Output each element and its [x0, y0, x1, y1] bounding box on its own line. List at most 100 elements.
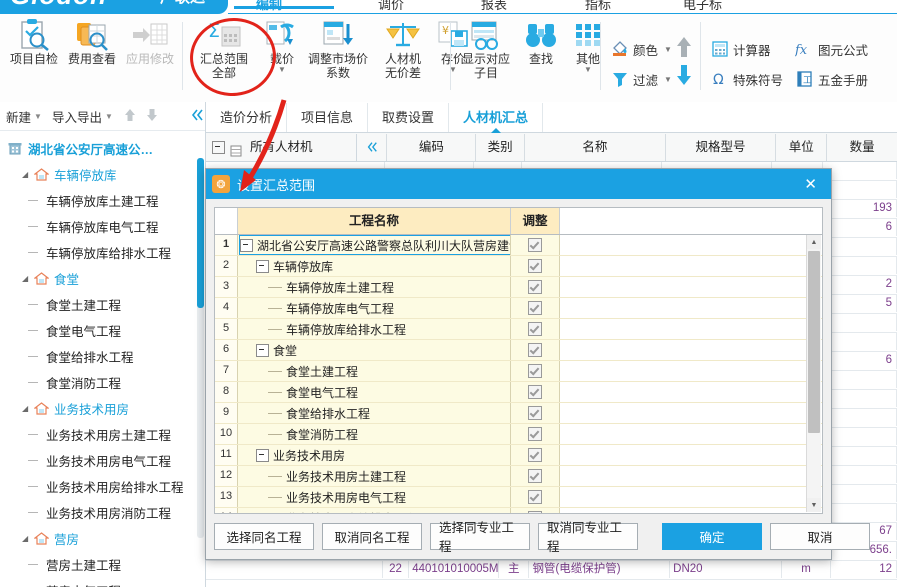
all-materials-node[interactable]: 所有人材机	[206, 134, 356, 161]
column-header-spec[interactable]: 规格型号	[666, 133, 777, 161]
tree-leaf-node[interactable]: 车辆停放库给排水工程	[0, 239, 205, 265]
cell-adjust[interactable]	[511, 508, 560, 513]
expander-collapse-icon[interactable]	[240, 238, 253, 252]
tree-leaf-node[interactable]: 业务技术用房给排水工程	[0, 473, 205, 499]
ribbon-button-color[interactable]: 颜色 ▼	[610, 36, 672, 62]
tree-group-barracks[interactable]: ◢ 营房	[0, 525, 205, 551]
ribbon-button-show-subitems[interactable]: 显示对应 子目	[458, 18, 514, 80]
ribbon-button-material-no-price-diff[interactable]: 人材机 无价差	[375, 18, 431, 80]
ribbon-button-hardware-handbook[interactable]: 工 五金手册	[795, 66, 868, 92]
tree-leaf-node[interactable]: 食堂给排水工程	[0, 343, 205, 369]
tree-leaf-node[interactable]: 业务技术用房土建工程	[0, 421, 205, 447]
cell-adjust[interactable]	[511, 445, 560, 465]
column-header-adjust[interactable]: 调整	[511, 208, 560, 234]
cell-project-name[interactable]: 湖北省公安厅高速公路警察总队利川大队营房建设项目	[238, 235, 511, 255]
close-icon[interactable]: ✕	[796, 175, 825, 193]
tab-project-info[interactable]: 项目信息	[287, 103, 369, 132]
adjust-checkbox[interactable]	[528, 448, 542, 462]
tab-cost-analysis[interactable]: 造价分析	[206, 103, 288, 132]
adjust-checkbox[interactable]	[528, 469, 542, 483]
table-row[interactable]: 13 业务技术用房电气工程	[215, 487, 822, 508]
table-row[interactable]: 1 湖北省公安厅高速公路警察总队利川大队营房建设项目	[215, 235, 822, 256]
tab-material-summary[interactable]: 人材机汇总	[449, 103, 544, 133]
cell-adjust[interactable]	[511, 382, 560, 402]
ok-button[interactable]: 确定	[662, 522, 762, 550]
expander-collapse-icon[interactable]	[256, 448, 269, 462]
table-row[interactable]: 5 车辆停放库给排水工程	[215, 319, 822, 340]
triangle-expanded-icon[interactable]: ◢	[22, 170, 32, 179]
chevron-down-icon[interactable]: ▼	[105, 112, 113, 121]
tree-leaf-node[interactable]: 食堂土建工程	[0, 291, 205, 317]
adjust-checkbox[interactable]	[528, 343, 542, 357]
cell-project-name[interactable]: 车辆停放库	[238, 256, 511, 276]
tree-scrollbar-thumb[interactable]	[197, 158, 204, 308]
tree-leaf-node[interactable]: 车辆停放库电气工程	[0, 213, 205, 239]
cell-project-name[interactable]: 业务技术用房给排水工程	[238, 508, 511, 513]
adjust-checkbox[interactable]	[528, 364, 542, 378]
ribbon-button-cost-view[interactable]: 费用查看	[64, 18, 120, 66]
column-header-project-name[interactable]: 工程名称	[238, 208, 511, 234]
ribbon-tab-zhibiao[interactable]: 指标	[585, 0, 611, 13]
select-same-major-button[interactable]: 选择同专业工程	[430, 521, 530, 554]
cell-project-name[interactable]: 车辆停放库电气工程	[238, 298, 511, 318]
cell-adjust[interactable]	[511, 256, 560, 276]
chevron-down-icon[interactable]: ▼	[254, 66, 310, 74]
tab-fee-setting[interactable]: 取费设置	[368, 103, 450, 132]
ribbon-button-project-selfcheck[interactable]: 项目自检	[6, 18, 62, 66]
table-row[interactable]: 2 车辆停放库	[215, 256, 822, 277]
ribbon-button-other[interactable]: 其他 ▼	[560, 18, 616, 74]
adjust-checkbox[interactable]	[528, 301, 542, 315]
adjust-checkbox[interactable]	[528, 511, 542, 513]
chevron-down-icon[interactable]: ▼	[560, 66, 616, 74]
tree-leaf-node[interactable]: 营房土建工程	[0, 551, 205, 577]
tree-leaf-node[interactable]: 车辆停放库土建工程	[0, 187, 205, 213]
new-project-button[interactable]: 新建 ▼	[6, 107, 42, 126]
tree-root-node[interactable]: 湖北省公安厅高速公…	[0, 135, 205, 161]
cell-project-name[interactable]: 业务技术用房	[238, 445, 511, 465]
cell-project-name[interactable]: 食堂给排水工程	[238, 403, 511, 423]
ribbon-button-adjust-market-price[interactable]: 调整市场价 系数	[305, 18, 371, 80]
ribbon-button-special-symbol[interactable]: Ω 特殊符号	[710, 66, 783, 92]
scroll-up-icon[interactable]: ▲	[807, 235, 821, 249]
table-row[interactable]: 11 业务技术用房	[215, 445, 822, 466]
adjust-checkbox[interactable]	[528, 259, 542, 273]
cell-adjust[interactable]	[511, 466, 560, 486]
column-header-unit[interactable]: 单位	[776, 133, 828, 161]
cancel-button[interactable]: 取消	[770, 522, 870, 550]
adjust-checkbox[interactable]	[528, 280, 542, 294]
tree-move-down-button[interactable]	[143, 108, 161, 125]
expander-icon[interactable]	[212, 140, 225, 154]
table-row[interactable]: 3 车辆停放库土建工程	[215, 277, 822, 298]
column-header-category[interactable]: 类别	[476, 133, 526, 161]
dialog-title-bar[interactable]: ❂ 设置汇总范围 ✕	[206, 169, 831, 199]
cancel-same-major-button[interactable]: 取消同专业工程	[538, 521, 638, 554]
tree-move-up-button[interactable]	[121, 108, 139, 125]
import-export-button[interactable]: 导入导出 ▼	[52, 107, 113, 126]
scroll-down-icon[interactable]: ▼	[807, 498, 821, 512]
table-row[interactable]: 14 业务技术用房给排水工程	[215, 508, 822, 513]
ribbon-button-load-price[interactable]: 载价 ▼	[254, 18, 310, 74]
chevron-down-icon[interactable]: ▼	[34, 112, 42, 121]
cell-adjust[interactable]	[511, 361, 560, 381]
cell-adjust[interactable]	[511, 424, 560, 444]
chevron-down-icon[interactable]: ▼	[664, 75, 672, 84]
cell-adjust[interactable]	[511, 487, 560, 507]
ribbon-tab-baobiao[interactable]: 报表	[481, 0, 507, 13]
cell-adjust[interactable]	[511, 403, 560, 423]
cell-adjust[interactable]	[511, 340, 560, 360]
tree-group-vehicle-garage[interactable]: ◢ 车辆停放库	[0, 161, 205, 187]
move-down-button[interactable]	[675, 64, 693, 89]
ribbon-tab-tiaojia[interactable]: 调价	[378, 0, 404, 13]
cell-adjust[interactable]	[511, 235, 560, 255]
table-row[interactable]: 12 业务技术用房土建工程	[215, 466, 822, 487]
cell-adjust[interactable]	[511, 319, 560, 339]
adjust-checkbox[interactable]	[528, 238, 542, 252]
tree-leaf-node[interactable]: 业务技术用房消防工程	[0, 499, 205, 525]
ribbon-button-calculator[interactable]: 计算器	[710, 36, 771, 62]
dialog-scrollbar[interactable]: ▲ ▼	[806, 235, 821, 512]
adjust-checkbox[interactable]	[528, 427, 542, 441]
column-header-code[interactable]: 编码	[387, 133, 477, 161]
grid-collapse-button[interactable]	[357, 133, 388, 161]
move-up-button[interactable]	[675, 36, 693, 61]
tree-leaf-node[interactable]: 业务技术用房电气工程	[0, 447, 205, 473]
